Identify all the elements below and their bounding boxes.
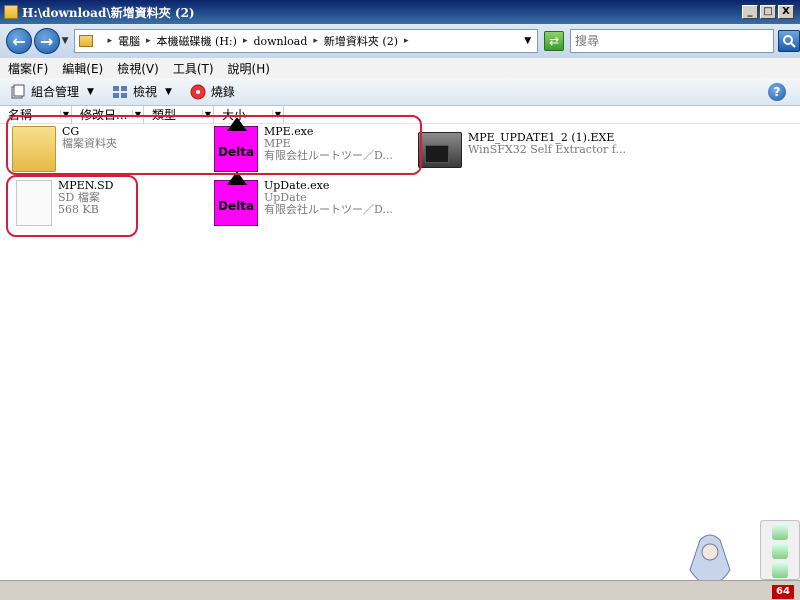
refresh-button[interactable]: ⇄ [544,31,565,51]
file-company: 有限会社ルートツー／D... [264,149,393,162]
chevron-down-icon: ▼ [164,86,172,97]
tray-app-icon[interactable] [772,543,788,559]
tray-app-icon[interactable] [772,562,788,578]
arrow-right-icon: → [39,31,54,51]
breadcrumb-folder[interactable]: 新增資料夾 (2) [324,33,398,49]
breadcrumb-download[interactable]: download [253,35,307,48]
menu-file[interactable]: 檔案(F) [8,60,48,77]
chevron-down-icon[interactable]: ▼ [524,36,531,46]
chevron-down-icon[interactable]: ▼ [131,110,141,119]
installer-screen-icon [425,145,449,163]
breadcrumb-computer[interactable]: 電腦 [118,33,140,49]
column-modified[interactable]: 修改日... ▼ [72,105,144,124]
window-title: H:\download\新增資料夾 (2) [22,5,195,20]
search-field[interactable] [570,29,775,53]
chevron-down-icon[interactable]: ▼ [59,110,69,119]
folder-icon [4,5,18,19]
organize-button[interactable]: 組合管理 ▼ [10,83,94,100]
file-item-update-exe[interactable]: Delta UpDate.exe UpDate 有限会社ルートツー／D... [214,171,393,226]
burn-disc-icon [190,84,206,99]
search-input[interactable] [575,34,774,48]
delta-triangle-icon [227,171,247,185]
maximize-button[interactable]: □ [760,5,776,19]
delta-app-icon: Delta [214,171,258,226]
delta-app-icon: Delta [214,117,258,172]
forward-button[interactable]: → [33,28,60,54]
file-company: 有限会社ルートツー／D... [264,203,393,216]
column-size[interactable]: 大小 ▼ [214,105,284,124]
burn-label: 燒錄 [210,85,235,99]
tray-panel [760,520,800,580]
address-box[interactable]: ▸ 電腦 ▸ 本機磁碟機 (H:) ▸ download ▸ 新增資料夾 (2)… [74,29,539,53]
column-modified-label: 修改日... [80,108,128,122]
history-dropdown-icon[interactable]: ▼ [62,36,69,46]
chevron-right-icon[interactable]: ▸ [146,36,151,46]
chevron-right-icon[interactable]: ▸ [313,36,318,46]
search-icon [783,35,796,48]
address-bar: ← → ▼ ▸ 電腦 ▸ 本機磁碟機 (H:) ▸ download ▸ 新增資… [0,24,800,58]
menu-help[interactable]: 說明(H) [228,60,270,77]
refresh-icon: ⇄ [549,34,560,48]
back-button[interactable]: ← [6,28,32,54]
organize-icon [11,84,25,98]
arrow-left-icon: ← [12,31,26,51]
delta-triangle-icon [227,117,247,131]
chevron-down-icon[interactable]: ▼ [271,110,281,119]
column-name-label: 名稱 [8,108,33,122]
help-icon: ? [773,85,781,99]
menu-bar: 檔案(F) 編輯(E) 檢視(V) 工具(T) 說明(H) [0,58,800,78]
views-button[interactable]: 檢視 ▼ [112,83,172,100]
column-type-label: 類型 [152,108,177,122]
tray-badge[interactable]: 64 [772,585,794,599]
chevron-right-icon[interactable]: ▸ [107,36,112,46]
breadcrumb-drive[interactable]: 本機磁碟機 (H:) [157,33,237,49]
file-item-mpe-exe[interactable]: Delta MPE.exe MPE 有限会社ルートツー／D... [214,117,393,172]
close-button[interactable]: X [778,5,794,19]
window-controls: _ □ X [742,5,796,19]
column-headers: 名稱 ▼ 修改日... ▼ 類型 ▼ 大小 ▼ [0,105,800,124]
installer-icon [418,132,462,168]
folder-icon [79,35,94,47]
menu-edit[interactable]: 編輯(E) [62,60,103,77]
menu-tools[interactable]: 工具(T) [173,60,214,77]
chevron-right-icon[interactable]: ▸ [404,36,409,46]
delta-icon-text: Delta [218,199,255,213]
organize-label: 組合管理 [31,85,80,99]
chevron-down-icon: ▼ [87,86,94,97]
command-toolbar: 組合管理 ▼ 檢視 ▼ 燒錄 ? [0,78,800,106]
title-bar: H:\download\新增資料夾 (2) _ □ X [0,0,800,24]
file-item-mpe-update[interactable]: MPE_UPDATE1_2 (1).EXE WinSFX32 Self Extr… [418,132,626,168]
file-list: CG 檔案資料夾 Delta MPE.exe MPE 有限会社ルートツー／D..… [0,115,800,580]
column-type[interactable]: 類型 ▼ [144,105,214,124]
chevron-down-icon[interactable]: ▼ [201,110,211,119]
views-label: 檢視 [132,85,157,99]
search-button[interactable] [778,30,800,52]
chevron-right-icon[interactable]: ▸ [243,36,248,46]
tray-app-icon[interactable] [772,524,788,540]
file-description: WinSFX32 Self Extractor f... [468,143,626,156]
file-item-mpen-sd[interactable]: MPEN.SD SD 檔案 568 KB [16,180,113,226]
delta-icon-text: Delta [218,145,255,159]
status-bar [0,580,800,600]
help-button[interactable]: ? [768,83,786,101]
file-icon [16,180,52,226]
file-item-cg[interactable]: CG 檔案資料夾 [12,126,117,172]
menu-view[interactable]: 檢視(V) [117,60,159,77]
folder-icon [12,126,56,172]
burn-button[interactable]: 燒錄 [190,83,235,100]
minimize-button[interactable]: _ [742,5,758,19]
column-name[interactable]: 名稱 ▼ [0,105,72,124]
views-icon [112,85,127,98]
file-type: 檔案資料夾 [62,137,117,150]
file-size: 568 KB [58,203,99,216]
